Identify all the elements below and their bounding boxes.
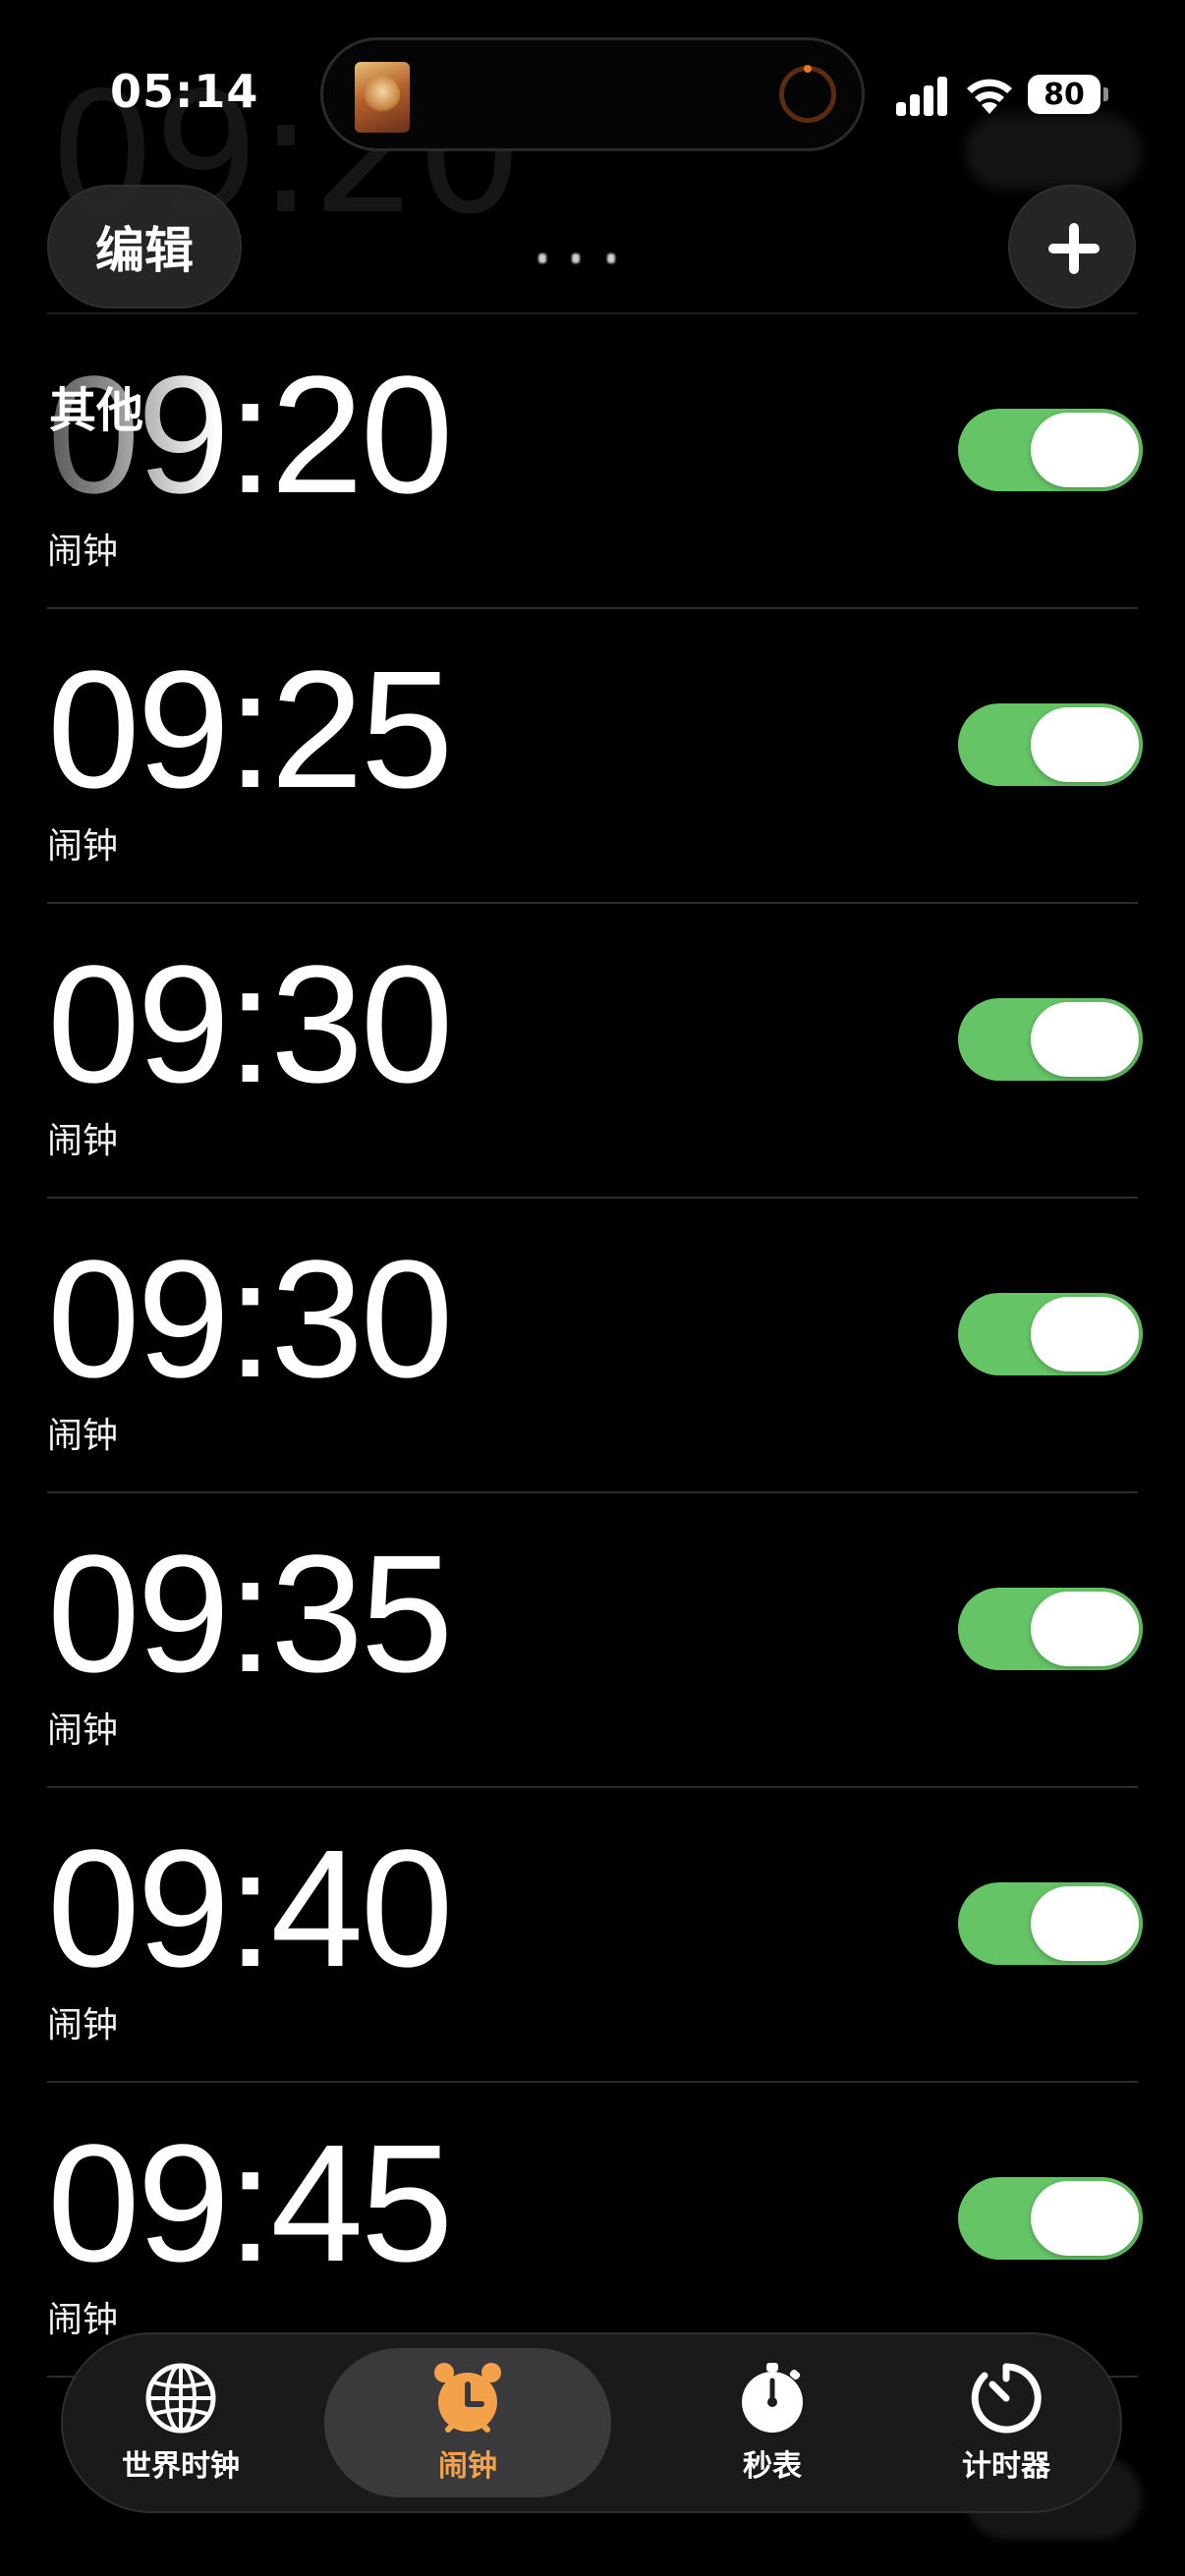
- alarm-toggle[interactable]: [958, 2177, 1143, 2260]
- tab-label: 计时器: [962, 2449, 1050, 2484]
- wifi-icon: [967, 79, 1012, 114]
- tab-stopwatch[interactable]: 秒表: [654, 2348, 890, 2497]
- alarm-row[interactable]: 09:30 闹钟: [47, 904, 1143, 1199]
- alarm-toggle[interactable]: [958, 998, 1143, 1081]
- status-time: 05:14: [110, 65, 259, 118]
- alarm-time: 09:30: [47, 1226, 453, 1413]
- alarm-toggle[interactable]: [958, 1882, 1143, 1965]
- alarm-time: 09:45: [47, 2110, 453, 2297]
- stopwatch-icon: [742, 2363, 803, 2433]
- alarm-label: 闹钟: [47, 826, 119, 867]
- globe-icon: [145, 2363, 216, 2434]
- tab-timer[interactable]: 计时器: [888, 2348, 1124, 2497]
- cellular-signal-icon: [896, 77, 947, 116]
- alarm-time: 09:25: [47, 637, 453, 823]
- alarm-toggle[interactable]: [958, 703, 1143, 786]
- toggle-knob: [1031, 2181, 1139, 2256]
- alarm-time: 09:35: [47, 1521, 453, 1708]
- alarm-time: 09:40: [47, 1816, 453, 2002]
- alarm-row[interactable]: 09:30 闹钟: [47, 1199, 1143, 1493]
- tab-label: 世界时钟: [122, 2449, 240, 2484]
- tab-alarm[interactable]: 闹钟: [324, 2348, 611, 2497]
- section-title: 其他: [49, 383, 144, 438]
- now-playing-artwork: [355, 62, 410, 133]
- tab-label: 秒表: [743, 2449, 802, 2484]
- toggle-knob: [1031, 1002, 1139, 1077]
- tab-world-clock[interactable]: 世界时钟: [63, 2348, 299, 2497]
- dynamic-island[interactable]: [320, 37, 865, 151]
- alarm-clock-icon: [434, 2363, 501, 2433]
- alarm-row[interactable]: 09:35 闹钟: [47, 1493, 1143, 1788]
- toggle-knob: [1031, 1886, 1139, 1961]
- battery-indicator: 80: [1028, 75, 1108, 114]
- toggle-knob: [1031, 1592, 1139, 1666]
- tab-label: 闹钟: [438, 2449, 497, 2484]
- tab-bar: 世界时钟 闹钟 秒表 计时器: [61, 2332, 1122, 2513]
- alarm-label: 闹钟: [47, 2300, 119, 2340]
- alarm-toggle[interactable]: [958, 1588, 1143, 1670]
- toggle-knob: [1031, 413, 1139, 487]
- scrolled-toggle-ghost: [965, 114, 1142, 189]
- alarm-toggle[interactable]: [958, 1293, 1143, 1375]
- alarm-label: 闹钟: [47, 2005, 119, 2045]
- toggle-knob: [1031, 707, 1139, 782]
- alarm-label: 闹钟: [47, 1121, 119, 1161]
- edit-button[interactable]: 编辑: [47, 185, 242, 308]
- plus-icon: [1048, 223, 1100, 274]
- alarm-label: 闹钟: [47, 532, 119, 572]
- nav-title-blur: [538, 248, 647, 267]
- alarm-label: 闹钟: [47, 1416, 119, 1456]
- add-alarm-button[interactable]: [1008, 185, 1136, 308]
- alarm-row[interactable]: 09:25 闹钟: [47, 609, 1143, 904]
- alarm-time: 09:30: [47, 931, 453, 1118]
- toggle-knob: [1031, 1297, 1139, 1372]
- activity-progress-icon: [779, 65, 836, 123]
- alarm-row[interactable]: 09:40 闹钟: [47, 1788, 1143, 2083]
- alarm-row[interactable]: 09:20 闹钟: [47, 314, 1143, 609]
- alarm-toggle[interactable]: [958, 409, 1143, 491]
- alarm-label: 闹钟: [47, 1710, 119, 1751]
- timer-icon: [971, 2363, 1042, 2434]
